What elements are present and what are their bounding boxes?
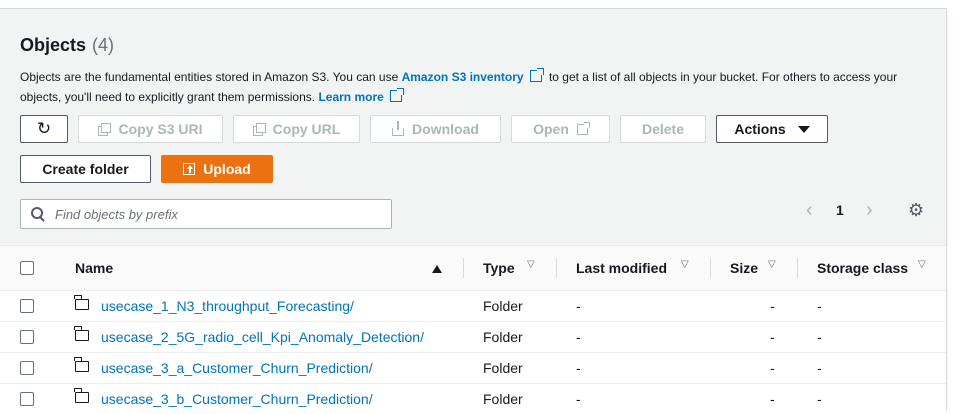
external-link-icon [576,121,590,135]
caret-down-icon [797,125,810,133]
upload-icon [183,163,196,175]
row-checkbox[interactable] [20,299,34,313]
object-count: (4) [92,35,115,55]
object-storage-class: - [817,298,822,314]
object-size: - [770,391,775,407]
open-label: Open [533,121,569,137]
search-input[interactable] [53,205,377,223]
object-name-link[interactable]: usecase_3_b_Customer_Churn_Prediction/ [101,391,373,407]
page-number[interactable]: 1 [836,202,844,218]
external-link-icon [389,88,404,102]
column-size[interactable]: Size [730,260,758,276]
refresh-button[interactable]: ↻ [20,115,68,143]
folder-icon [74,295,89,310]
column-last-modified[interactable]: Last modified [576,260,667,276]
create-folder-button[interactable]: Create folder [20,155,151,183]
row-checkbox[interactable] [20,330,34,344]
column-divider [463,258,464,278]
sort-icon[interactable]: ▽ [918,259,926,270]
object-storage-class: - [817,360,822,376]
object-name-link[interactable]: usecase_2_5G_radio_cell_Kpi_Anomaly_Dete… [101,329,424,345]
learn-more-link[interactable]: Learn more [318,90,383,104]
open-button[interactable]: Open [511,115,610,143]
object-size: - [770,329,775,345]
folder-icon [74,357,89,372]
folder-icon [74,326,89,341]
actions-dropdown[interactable]: Actions [716,115,828,143]
column-name[interactable]: Name [75,260,113,276]
object-type: Folder [483,329,523,345]
delete-button[interactable]: Delete [620,115,706,143]
object-storage-class: - [817,329,822,345]
description-text-1: Objects are the fundamental entities sto… [20,70,402,84]
upload-button[interactable]: Upload [161,155,273,183]
object-type: Folder [483,391,523,407]
external-link-icon [529,68,544,82]
table-row[interactable]: usecase_1_N3_throughput_Forecasting/ Fol… [0,291,946,322]
table-row[interactable]: usecase_3_b_Customer_Churn_Prediction/ F… [0,384,946,414]
copy-s3-uri-button[interactable]: Copy S3 URI [78,115,223,143]
objects-panel: Objects (4) Objects are the fundamental e… [0,8,947,414]
objects-description: Objects are the fundamental entities sto… [20,67,930,107]
object-last-modified: - [576,329,581,345]
sort-icon[interactable]: ▽ [527,259,535,270]
copy-url-button[interactable]: Copy URL [233,115,360,143]
object-name-link[interactable]: usecase_3_a_Customer_Churn_Prediction/ [101,360,373,376]
copy-icon [252,123,266,136]
column-storage-class[interactable]: Storage class [817,260,908,276]
object-storage-class: - [817,391,822,407]
gear-icon[interactable]: ⚙ [908,200,924,221]
table-header: Name Type ▽ Last modified ▽ Size ▽ Stora… [0,245,946,291]
search-box[interactable] [20,199,392,229]
row-checkbox[interactable] [20,392,34,406]
copy-s3-uri-label: Copy S3 URI [118,121,203,137]
s3-inventory-link[interactable]: Amazon S3 inventory [402,70,524,84]
title-text: Objects [20,35,87,55]
sort-ascending-icon[interactable] [432,265,442,273]
row-checkbox[interactable] [20,361,34,375]
objects-table: Name Type ▽ Last modified ▽ Size ▽ Stora… [0,245,946,414]
copy-url-label: Copy URL [272,121,341,137]
page-title: Objects (4) [20,35,114,56]
refresh-icon: ↻ [36,119,52,138]
folder-icon [74,388,89,403]
column-divider [797,258,798,278]
sort-icon[interactable]: ▽ [768,259,776,270]
upload-label: Upload [203,161,251,177]
download-button[interactable]: Download [370,115,501,143]
prev-page-button[interactable]: ‹ [806,199,813,222]
column-divider [556,258,557,278]
download-label: Download [412,121,479,137]
create-folder-label: Create folder [42,161,129,177]
column-type[interactable]: Type [483,260,515,276]
actions-label: Actions [734,121,786,137]
object-last-modified: - [576,360,581,376]
object-type: Folder [483,360,523,376]
object-size: - [770,298,775,314]
search-icon [31,207,45,221]
column-divider [710,258,711,278]
copy-icon [98,123,112,136]
object-type: Folder [483,298,523,314]
download-icon [392,121,405,136]
object-last-modified: - [576,391,581,407]
sort-icon[interactable]: ▽ [681,259,689,270]
next-page-button[interactable]: › [866,199,873,222]
select-all-checkbox[interactable] [20,261,34,275]
delete-label: Delete [641,121,685,137]
object-name-link[interactable]: usecase_1_N3_throughput_Forecasting/ [101,298,354,314]
object-size: - [770,360,775,376]
object-last-modified: - [576,298,581,314]
table-row[interactable]: usecase_3_a_Customer_Churn_Prediction/ F… [0,353,946,384]
table-row[interactable]: usecase_2_5G_radio_cell_Kpi_Anomaly_Dete… [0,322,946,353]
